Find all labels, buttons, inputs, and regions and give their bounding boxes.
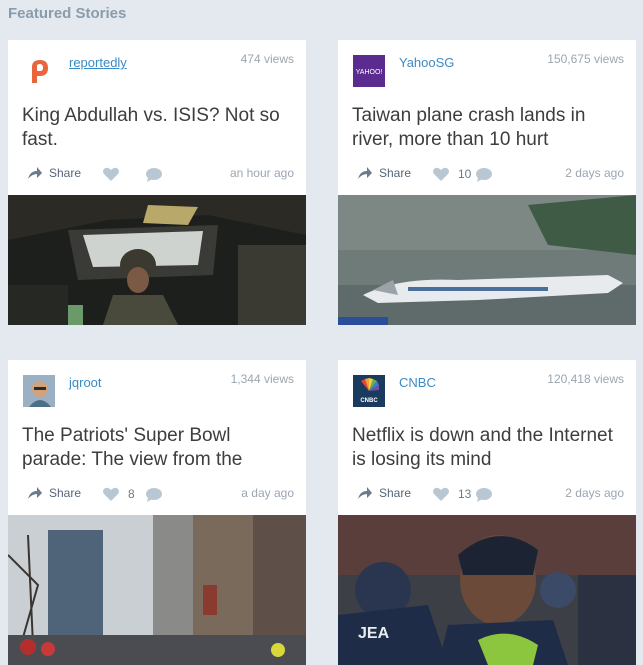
share-arrow-icon bbox=[27, 166, 43, 180]
comment-bubble-icon bbox=[145, 487, 163, 503]
comment-button[interactable] bbox=[475, 167, 493, 183]
source-name[interactable]: jqroot bbox=[69, 375, 102, 390]
source-name[interactable]: reportedly bbox=[69, 55, 127, 70]
heart-icon bbox=[102, 486, 120, 502]
story-card-4[interactable]: CNBC CNBC 120,418 views Netflix is down … bbox=[338, 360, 636, 665]
share-button[interactable]: Share bbox=[27, 486, 81, 500]
source-name[interactable]: YahooSG bbox=[399, 55, 454, 70]
like-count: 10 bbox=[458, 167, 472, 181]
story-headline[interactable]: Netflix is down and the Internet is losi… bbox=[352, 424, 627, 472]
logo-text: YAHOO! bbox=[356, 69, 383, 76]
like-button[interactable]: 8 bbox=[102, 486, 135, 502]
source-avatar[interactable] bbox=[23, 375, 55, 407]
story-thumbnail[interactable] bbox=[8, 195, 306, 325]
source-logo[interactable]: YAHOO! bbox=[353, 55, 385, 87]
source-logo[interactable]: CNBC bbox=[353, 375, 385, 407]
timestamp: 2 days ago bbox=[565, 166, 624, 180]
heart-icon bbox=[432, 486, 450, 502]
comment-bubble-icon bbox=[475, 167, 493, 183]
story-card-2[interactable]: YAHOO! YahooSG 150,675 views Taiwan plan… bbox=[338, 40, 636, 325]
like-button[interactable]: 10 bbox=[432, 166, 471, 182]
story-thumbnail[interactable]: JEA bbox=[338, 515, 636, 665]
story-headline[interactable]: The Patriots' Super Bowl parade: The vie… bbox=[22, 424, 297, 472]
view-count: 120,418 views bbox=[547, 372, 624, 386]
share-label: Share bbox=[379, 166, 412, 180]
story-thumbnail[interactable] bbox=[8, 515, 306, 665]
section-title: Featured Stories bbox=[8, 5, 127, 22]
like-button[interactable] bbox=[102, 166, 128, 182]
share-button[interactable]: Share bbox=[357, 166, 411, 180]
share-button[interactable]: Share bbox=[27, 166, 81, 180]
like-button[interactable]: 13 bbox=[432, 486, 471, 502]
comment-button[interactable] bbox=[145, 487, 163, 503]
comment-bubble-icon bbox=[475, 487, 493, 503]
share-label: Share bbox=[49, 166, 82, 180]
comment-button[interactable] bbox=[475, 487, 493, 503]
source-name[interactable]: CNBC bbox=[399, 375, 436, 390]
like-count: 13 bbox=[458, 487, 472, 501]
story-card-1[interactable]: reportedly 474 views King Abdullah vs. I… bbox=[8, 40, 306, 325]
heart-icon bbox=[102, 166, 120, 182]
story-headline[interactable]: Taiwan plane crash lands in river, more … bbox=[352, 104, 627, 152]
story-card-3[interactable]: jqroot 1,344 views The Patriots' Super B… bbox=[8, 360, 306, 665]
like-count: 8 bbox=[128, 487, 135, 501]
story-thumbnail[interactable] bbox=[338, 195, 636, 325]
share-button[interactable]: Share bbox=[357, 486, 411, 500]
comment-button[interactable] bbox=[145, 167, 163, 183]
share-arrow-icon bbox=[27, 486, 43, 500]
source-logo[interactable] bbox=[23, 55, 55, 87]
share-label: Share bbox=[49, 486, 82, 500]
story-headline[interactable]: King Abdullah vs. ISIS? Not so fast. bbox=[22, 104, 297, 152]
view-count: 1,344 views bbox=[230, 372, 294, 386]
timestamp: a day ago bbox=[241, 486, 294, 500]
timestamp: an hour ago bbox=[229, 166, 294, 180]
view-count: 150,675 views bbox=[547, 52, 624, 66]
share-label: Share bbox=[379, 486, 412, 500]
logo-text: CNBC bbox=[360, 398, 378, 404]
jersey-text: JEA bbox=[358, 625, 390, 642]
comment-bubble-icon bbox=[145, 167, 163, 183]
view-count: 474 views bbox=[240, 52, 294, 66]
share-arrow-icon bbox=[357, 486, 373, 500]
heart-icon bbox=[432, 166, 450, 182]
timestamp: 2 days ago bbox=[565, 486, 624, 500]
share-arrow-icon bbox=[357, 166, 373, 180]
